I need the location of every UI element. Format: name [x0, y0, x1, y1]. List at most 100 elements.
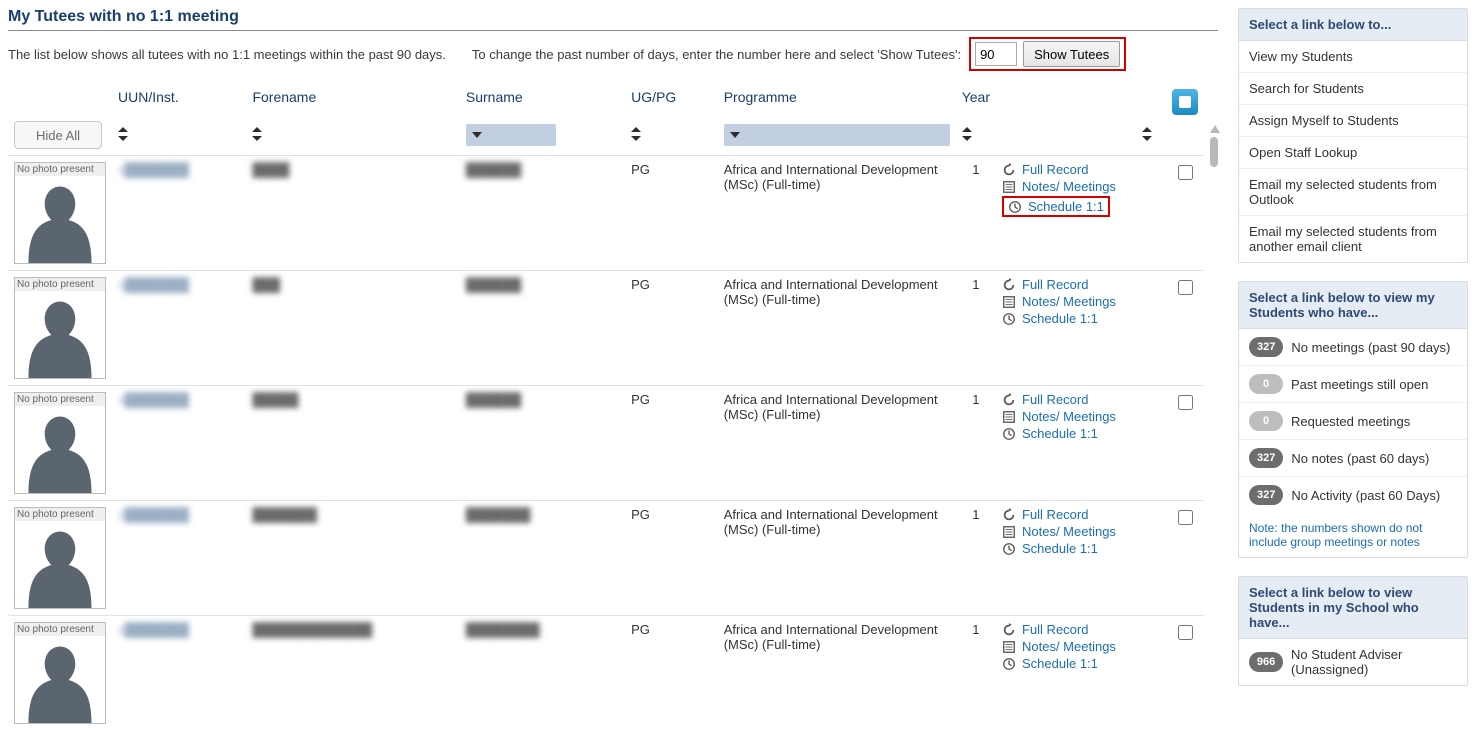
sidebar-link-label: Search for Students — [1249, 81, 1364, 96]
row-checkbox[interactable] — [1178, 510, 1193, 525]
sidebar-link-item[interactable]: Assign Myself to Students — [1239, 104, 1467, 136]
row-checkbox[interactable] — [1178, 165, 1193, 180]
sidebar-filter-item[interactable]: 0Past meetings still open — [1239, 365, 1467, 402]
full-record-link[interactable]: Full Record — [1022, 622, 1088, 637]
programme-filter-dropdown[interactable] — [724, 124, 950, 146]
col-year[interactable]: Year — [956, 85, 996, 119]
schedule-link[interactable]: Schedule 1:1 — [1022, 541, 1098, 556]
no-photo-label: No photo present — [15, 278, 105, 291]
surname-text: ██████ — [466, 162, 521, 177]
sidebar-link-item[interactable]: Email my selected students from another … — [1239, 215, 1467, 262]
count-badge: 0 — [1249, 411, 1283, 431]
clock-icon — [1002, 312, 1016, 326]
schedule-link[interactable]: Schedule 1:1 — [1022, 311, 1098, 326]
scrollbar[interactable] — [1210, 125, 1218, 730]
ugpg-text: PG — [625, 271, 718, 386]
count-badge: 327 — [1249, 448, 1283, 468]
year-text: 1 — [956, 386, 996, 501]
sort-year-icon[interactable] — [962, 127, 972, 141]
col-programme[interactable]: Programme — [718, 85, 956, 119]
forename-text: █████████████ — [252, 622, 372, 637]
page-title: My Tutees with no 1:1 meeting — [8, 8, 1218, 28]
sort-forename-icon[interactable] — [252, 127, 262, 141]
col-surname[interactable]: Surname — [460, 85, 625, 119]
full-record-link[interactable]: Full Record — [1022, 277, 1088, 292]
sort-uun-icon[interactable] — [118, 127, 128, 141]
sort-ugpg-icon[interactable] — [631, 127, 641, 141]
year-text: 1 — [956, 156, 996, 271]
days-input[interactable] — [975, 42, 1017, 66]
select-all-toggle[interactable] — [1172, 89, 1198, 115]
col-uun[interactable]: UUN/Inst. — [112, 85, 246, 119]
notes-icon — [1002, 525, 1016, 539]
full-record-link[interactable]: Full Record — [1022, 507, 1088, 522]
notes-icon — [1002, 640, 1016, 654]
clock-icon — [1002, 427, 1016, 441]
notes-meetings-link[interactable]: Notes/ Meetings — [1022, 409, 1116, 424]
table-row: No photo presents██████████████████PGAfr… — [8, 386, 1204, 501]
col-ugpg[interactable]: UG/PG — [625, 85, 718, 119]
notes-icon — [1002, 180, 1016, 194]
scroll-thumb[interactable] — [1210, 137, 1218, 167]
uun-link[interactable]: s███████ — [118, 392, 189, 407]
count-badge: 327 — [1249, 337, 1283, 357]
sidebar-link-label: Email my selected students from Outlook — [1249, 177, 1457, 207]
photo-placeholder: No photo present — [14, 622, 106, 724]
schedule-link[interactable]: Schedule 1:1 — [1022, 426, 1098, 441]
sidebar-filter-item[interactable]: 327No meetings (past 90 days) — [1239, 329, 1467, 365]
clock-icon — [1008, 200, 1022, 214]
sidebar-link-label: View my Students — [1249, 49, 1353, 64]
col-forename[interactable]: Forename — [246, 85, 459, 119]
full-record-icon — [1002, 163, 1016, 177]
sidebar-filter-label: No Activity (past 60 Days) — [1291, 488, 1440, 503]
ugpg-text: PG — [625, 501, 718, 616]
uun-link[interactable]: s███████ — [118, 162, 189, 177]
days-highlight: Show Tutees — [969, 37, 1126, 71]
schedule-link[interactable]: Schedule 1:1 — [1028, 199, 1104, 214]
table-row: No photo presents█████████████████PGAfri… — [8, 156, 1204, 271]
sidebar-school-item[interactable]: 966No Student Adviser (Unassigned) — [1239, 639, 1467, 685]
sort-actions-icon[interactable] — [1142, 127, 1152, 141]
notes-meetings-link[interactable]: Notes/ Meetings — [1022, 524, 1116, 539]
photo-placeholder: No photo present — [14, 277, 106, 379]
schedule-link[interactable]: Schedule 1:1 — [1022, 656, 1098, 671]
row-checkbox[interactable] — [1178, 625, 1193, 640]
sidebar-school-panel: Select a link below to view Students in … — [1238, 576, 1468, 686]
surname-text: ██████ — [466, 392, 521, 407]
programme-text: Africa and International Development (MS… — [718, 501, 956, 616]
hide-all-button[interactable]: Hide All — [14, 121, 102, 149]
person-silhouette-icon — [15, 521, 105, 608]
scroll-up-icon[interactable] — [1210, 125, 1220, 133]
sidebar-filter-label: Requested meetings — [1291, 414, 1410, 429]
programme-text: Africa and International Development (MS… — [718, 386, 956, 501]
uun-link[interactable]: s███████ — [118, 622, 189, 637]
sidebar-school-label: No Student Adviser (Unassigned) — [1291, 647, 1457, 677]
notes-meetings-link[interactable]: Notes/ Meetings — [1022, 179, 1116, 194]
row-checkbox[interactable] — [1178, 395, 1193, 410]
show-tutees-button[interactable]: Show Tutees — [1023, 41, 1120, 67]
notes-meetings-link[interactable]: Notes/ Meetings — [1022, 639, 1116, 654]
row-checkbox[interactable] — [1178, 280, 1193, 295]
no-photo-label: No photo present — [15, 163, 105, 176]
forename-text: ███████ — [252, 507, 316, 522]
person-silhouette-icon — [15, 176, 105, 263]
surname-filter-dropdown[interactable] — [466, 124, 556, 146]
clock-icon — [1002, 657, 1016, 671]
sidebar-filter-item[interactable]: 327No notes (past 60 days) — [1239, 439, 1467, 476]
no-photo-label: No photo present — [15, 393, 105, 406]
sidebar-link-item[interactable]: Open Staff Lookup — [1239, 136, 1467, 168]
person-silhouette-icon — [15, 406, 105, 493]
sidebar-filter-item[interactable]: 327No Activity (past 60 Days) — [1239, 476, 1467, 513]
full-record-link[interactable]: Full Record — [1022, 162, 1088, 177]
uun-link[interactable]: s███████ — [118, 277, 189, 292]
sidebar-link-item[interactable]: View my Students — [1239, 41, 1467, 72]
full-record-link[interactable]: Full Record — [1022, 392, 1088, 407]
sidebar-link-item[interactable]: Email my selected students from Outlook — [1239, 168, 1467, 215]
sidebar-filter-item[interactable]: 0 Requested meetings — [1239, 402, 1467, 439]
ugpg-text: PG — [625, 386, 718, 501]
sidebar-link-item[interactable]: Search for Students — [1239, 72, 1467, 104]
uun-link[interactable]: s███████ — [118, 507, 189, 522]
notes-meetings-link[interactable]: Notes/ Meetings — [1022, 294, 1116, 309]
sidebar-filters-panel: Select a link below to view my Students … — [1238, 281, 1468, 558]
year-text: 1 — [956, 616, 996, 731]
